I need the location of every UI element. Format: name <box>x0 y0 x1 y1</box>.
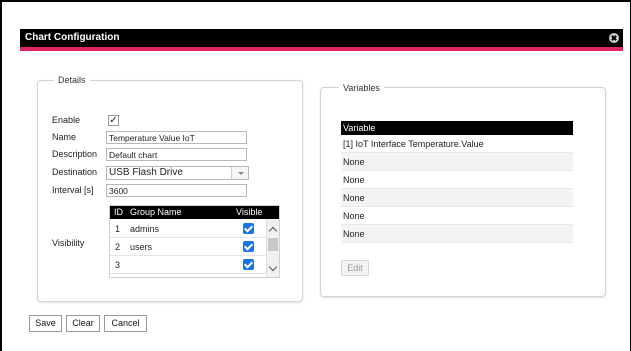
list-item[interactable]: None <box>341 207 573 225</box>
title-accent-bar <box>20 47 623 51</box>
col-visible: Visible <box>236 207 263 217</box>
table-row[interactable]: 1 admins <box>110 220 279 238</box>
visible-checkbox[interactable] <box>243 241 254 252</box>
row-group: admins <box>130 224 160 234</box>
save-button[interactable]: Save <box>29 315 62 332</box>
row-id: 3 <box>115 260 121 270</box>
enable-label: Enable <box>52 115 81 125</box>
visibility-scrollbar[interactable] <box>266 219 279 277</box>
dialog-title: Chart Configuration <box>20 29 623 47</box>
row-id: 2 <box>115 242 121 252</box>
row-group: users <box>130 242 153 252</box>
destination-select[interactable]: USB Flash Drive <box>106 166 249 180</box>
interval-label: Interval [s] <box>52 185 94 195</box>
scroll-thumb[interactable] <box>268 238 278 251</box>
chart-configuration-dialog: Chart Configuration Details Enable ✓ Nam… <box>20 29 623 343</box>
interval-input[interactable] <box>106 184 247 197</box>
col-group-name: Group Name <box>130 207 182 217</box>
scroll-up-icon[interactable] <box>268 226 278 236</box>
window-frame-left <box>0 0 2 351</box>
variables-legend: Variables <box>339 83 384 93</box>
window-frame-top <box>0 0 631 2</box>
visible-checkbox[interactable] <box>243 223 254 234</box>
col-id: ID <box>114 207 123 217</box>
clear-button[interactable]: Clear <box>66 315 100 332</box>
list-item[interactable]: None <box>341 171 573 189</box>
name-label: Name <box>52 132 77 142</box>
name-input[interactable] <box>106 131 247 144</box>
visibility-table: ID Group Name Visible 1 admins 2 users 3… <box>109 205 280 278</box>
table-row[interactable]: 4 <box>110 274 279 278</box>
visible-checkbox[interactable] <box>243 259 254 270</box>
edit-button[interactable]: Edit <box>341 260 369 276</box>
description-input[interactable] <box>106 148 247 161</box>
close-icon[interactable] <box>609 33 619 43</box>
variables-fieldset: Variables Variable [1] IoT Interface Tem… <box>320 83 606 297</box>
list-item[interactable]: None <box>341 189 573 207</box>
list-item[interactable]: None <box>341 225 573 243</box>
list-item[interactable]: None <box>341 153 573 171</box>
list-item[interactable]: [1] IoT Interface Temperature.Value <box>341 135 573 153</box>
visibility-label: Visibility <box>52 238 85 248</box>
cancel-button[interactable]: Cancel <box>104 315 147 332</box>
row-id: 1 <box>115 224 121 234</box>
description-label: Description <box>52 149 98 159</box>
table-row[interactable]: 2 users <box>110 238 279 256</box>
details-legend: Details <box>54 75 90 85</box>
scroll-down-icon[interactable] <box>268 262 278 272</box>
variables-table: Variable [1] IoT Interface Temperature.V… <box>341 121 573 243</box>
variables-table-header: Variable <box>341 121 573 135</box>
enable-checkbox[interactable]: ✓ <box>108 115 119 126</box>
visible-checkbox[interactable] <box>243 277 254 278</box>
destination-value: USB Flash Drive <box>109 167 183 178</box>
table-row[interactable]: 3 <box>110 256 279 274</box>
visibility-table-header: ID Group Name Visible <box>110 206 279 219</box>
chevron-down-icon[interactable] <box>231 167 248 179</box>
destination-label: Destination <box>52 167 98 177</box>
